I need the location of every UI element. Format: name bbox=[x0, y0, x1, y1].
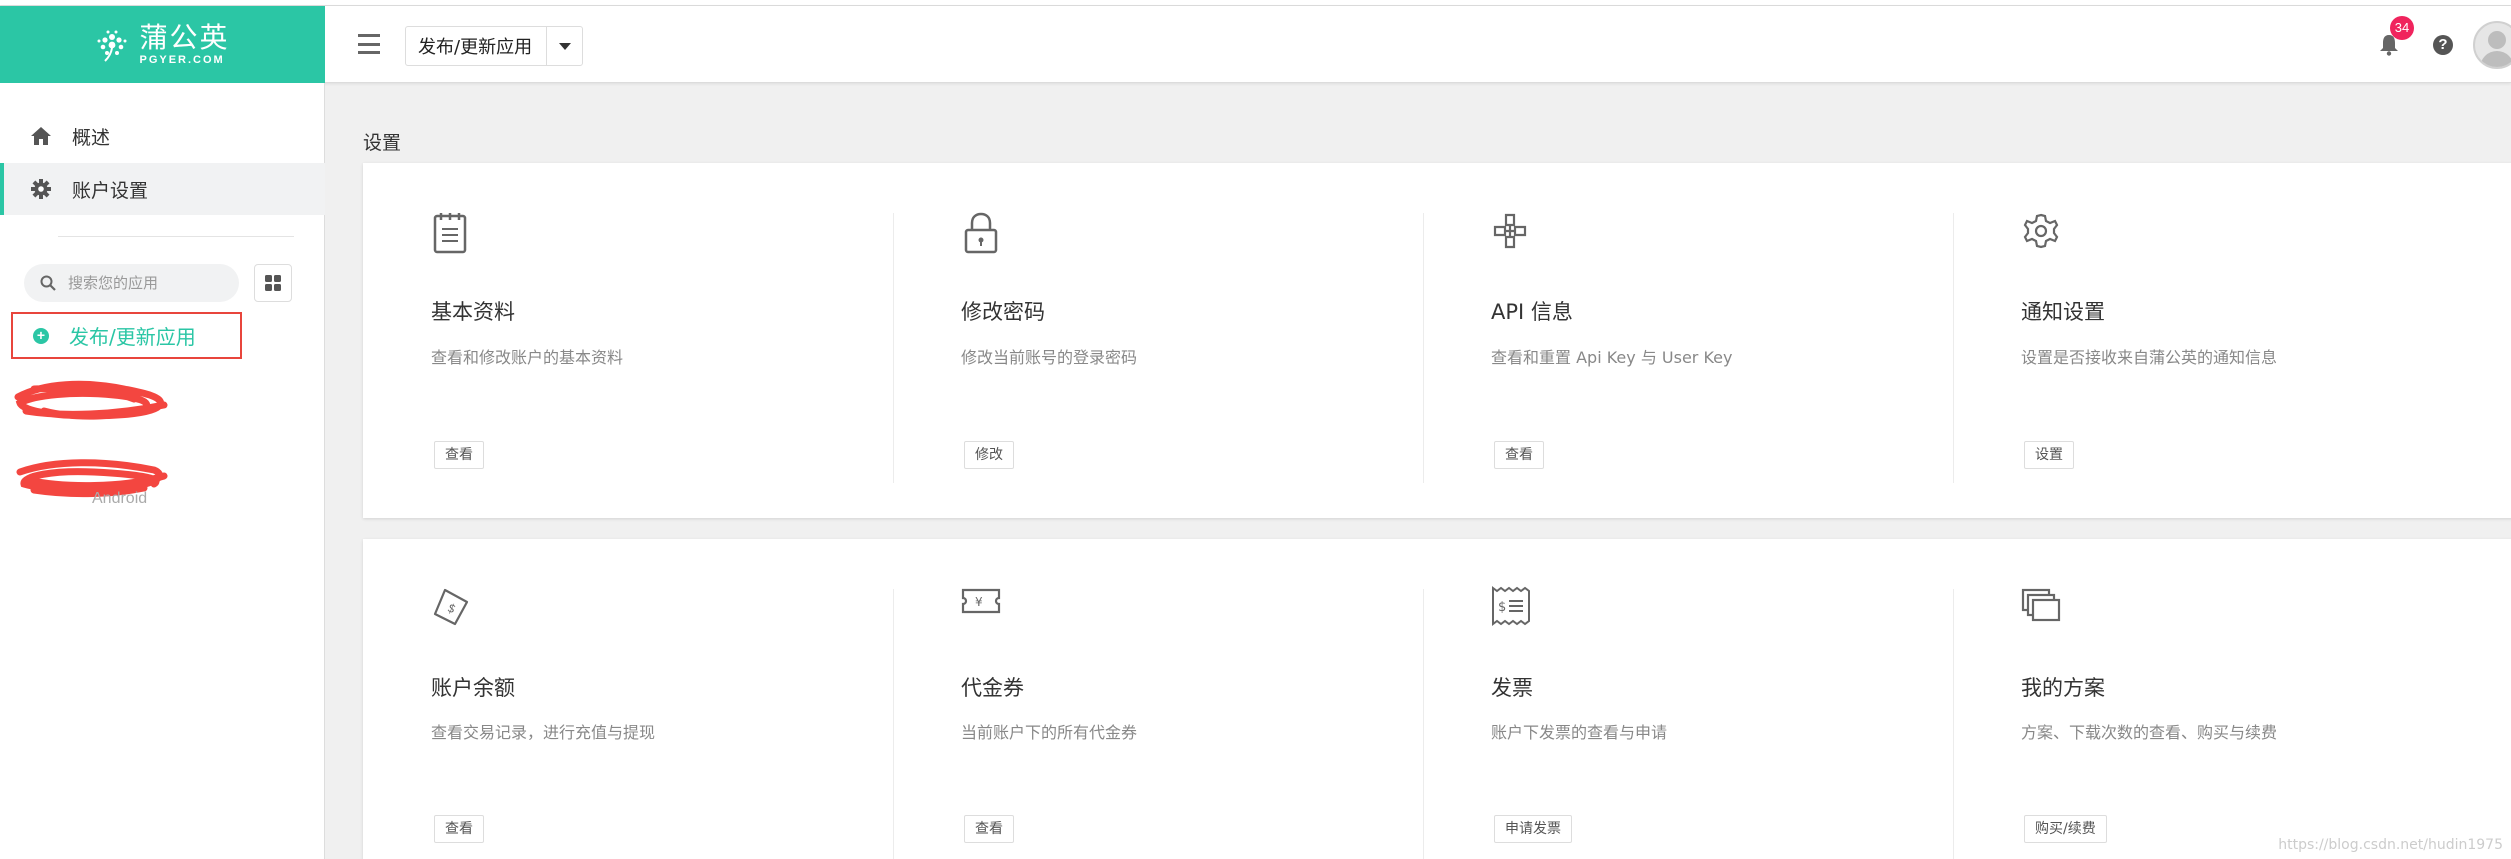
card-description: 设置是否接收来自蒲公英的通知信息 bbox=[2021, 348, 2278, 367]
card-description: 查看和修改账户的基本资料 bbox=[431, 348, 624, 367]
coupon-icon: ¥ bbox=[961, 588, 1001, 614]
card-notification-settings: 通知设置 设置是否接收来自蒲公英的通知信息 设置 bbox=[1953, 163, 2483, 518]
card-title: 账户余额 bbox=[431, 676, 515, 700]
card-divider bbox=[893, 213, 894, 483]
modify-button[interactable]: 修改 bbox=[964, 441, 1014, 469]
notifications-button[interactable]: 34 bbox=[2375, 15, 2414, 60]
card-description: 查看交易记录，进行充值与提现 bbox=[431, 723, 656, 742]
card-description: 方案、下载次数的查看、购买与续费 bbox=[2021, 723, 2278, 742]
plans-icon bbox=[2021, 588, 2061, 622]
grid-icon bbox=[265, 275, 281, 291]
card-divider bbox=[1423, 589, 1424, 859]
redaction-scribble bbox=[14, 380, 168, 420]
dandelion-logo-icon bbox=[97, 30, 127, 62]
svg-text:$: $ bbox=[445, 600, 458, 616]
card-description: 查看和重置 Api Key 与 User Key bbox=[1491, 348, 1733, 367]
card-title: 修改密码 bbox=[961, 300, 1045, 324]
card-title: 代金券 bbox=[961, 676, 1024, 700]
brand-name-en: PGYER.COM bbox=[139, 53, 225, 66]
card-account-balance: $ 账户余额 查看交易记录，进行充值与提现 查看 bbox=[363, 539, 893, 859]
sidebar-item-overview[interactable]: 概述 bbox=[0, 110, 325, 162]
sidebar-item-label: 概述 bbox=[72, 126, 111, 149]
publish-app-link[interactable]: + 发布/更新应用 bbox=[11, 312, 242, 359]
svg-text:¥: ¥ bbox=[975, 595, 983, 609]
view-button[interactable]: 查看 bbox=[434, 441, 484, 469]
sidebar-item-account-settings[interactable]: 账户设置 bbox=[0, 163, 325, 215]
api-icon bbox=[1493, 213, 1527, 249]
app-platform-label: Android bbox=[92, 490, 148, 507]
sidebar-app-item[interactable] bbox=[14, 375, 174, 423]
card-description: 修改当前账号的登录密码 bbox=[961, 348, 1138, 367]
plus-circle-icon: + bbox=[33, 327, 49, 344]
card-title: 通知设置 bbox=[2021, 300, 2105, 324]
caret-down-icon bbox=[558, 42, 571, 50]
invoice-icon: $ bbox=[1492, 586, 1530, 626]
home-icon bbox=[30, 125, 52, 147]
gear-icon bbox=[30, 178, 52, 200]
settings-panel-row1: 基本资料 查看和修改账户的基本资料 查看 修改密码 修改当前账号的登录密码 修改… bbox=[363, 163, 2511, 518]
app-selector-caret[interactable] bbox=[546, 27, 582, 65]
buy-renew-button[interactable]: 购买/续费 bbox=[2024, 815, 2107, 843]
card-description: 账户下发票的查看与申请 bbox=[1491, 723, 1668, 742]
card-invoice: $ 发票 账户下发票的查看与申请 申请发票 bbox=[1423, 539, 1953, 859]
view-button[interactable]: 查看 bbox=[964, 815, 1014, 843]
card-change-password: 修改密码 修改当前账号的登录密码 修改 bbox=[893, 163, 1423, 518]
card-description: 当前账户下的所有代金券 bbox=[961, 723, 1138, 742]
notification-count-badge: 34 bbox=[2390, 15, 2414, 40]
app-selector-label: 发布/更新应用 bbox=[418, 37, 533, 58]
settings-button[interactable]: 设置 bbox=[2024, 441, 2074, 469]
settings-panel-row2: $ 账户余额 查看交易记录，进行充值与提现 查看 ¥ 代金券 当前账户下的所有代… bbox=[363, 539, 2511, 859]
card-title: 基本资料 bbox=[431, 300, 515, 324]
card-title: API 信息 bbox=[1491, 300, 1573, 324]
card-title: 发票 bbox=[1491, 676, 1533, 700]
apply-invoice-button[interactable]: 申请发票 bbox=[1494, 815, 1572, 843]
help-icon[interactable]: ? bbox=[2433, 34, 2453, 55]
app-search[interactable] bbox=[24, 264, 239, 302]
search-input[interactable] bbox=[68, 274, 218, 292]
search-icon bbox=[40, 275, 56, 291]
wallet-icon: $ bbox=[433, 588, 469, 626]
card-divider bbox=[1953, 213, 1954, 483]
notepad-icon bbox=[433, 213, 467, 254]
brand-name-cn: 蒲公英 bbox=[139, 20, 230, 54]
sidebar: 概述 账户设置 + bbox=[0, 83, 325, 859]
grid-view-button[interactable] bbox=[254, 264, 292, 302]
card-basic-info: 基本资料 查看和修改账户的基本资料 查看 bbox=[363, 163, 893, 518]
settings-icon bbox=[2023, 213, 2059, 249]
svg-text:$: $ bbox=[1498, 600, 1506, 615]
top-header: 蒲公英 PGYER.COM 发布/更新应用 34 ? bbox=[0, 6, 2511, 83]
card-my-plans: 我的方案 方案、下载次数的查看、购买与续费 购买/续费 bbox=[1953, 539, 2483, 859]
sidebar-divider bbox=[58, 236, 294, 237]
brand-logo[interactable]: 蒲公英 PGYER.COM bbox=[0, 6, 325, 83]
watermark: https://blog.csdn.net/hudin1975 bbox=[2278, 837, 2503, 853]
menu-toggle-icon[interactable] bbox=[358, 34, 380, 54]
card-api-info: API 信息 查看和重置 Api Key 与 User Key 查看 bbox=[1423, 163, 1953, 518]
card-divider bbox=[893, 589, 894, 859]
view-button[interactable]: 查看 bbox=[434, 815, 484, 843]
card-title: 我的方案 bbox=[2021, 676, 2105, 700]
user-avatar[interactable] bbox=[2473, 20, 2511, 69]
card-divider bbox=[1953, 589, 1954, 859]
card-coupons: ¥ 代金券 当前账户下的所有代金券 查看 bbox=[893, 539, 1423, 859]
publish-app-label: 发布/更新应用 bbox=[69, 325, 196, 349]
lock-icon bbox=[964, 212, 998, 254]
card-divider bbox=[1423, 213, 1424, 483]
sidebar-app-item-android[interactable]: Android bbox=[14, 454, 174, 507]
sidebar-item-label: 账户设置 bbox=[72, 179, 149, 202]
page-title: 设置 bbox=[363, 132, 402, 154]
view-button[interactable]: 查看 bbox=[1494, 441, 1544, 469]
app-selector[interactable]: 发布/更新应用 bbox=[405, 26, 584, 66]
